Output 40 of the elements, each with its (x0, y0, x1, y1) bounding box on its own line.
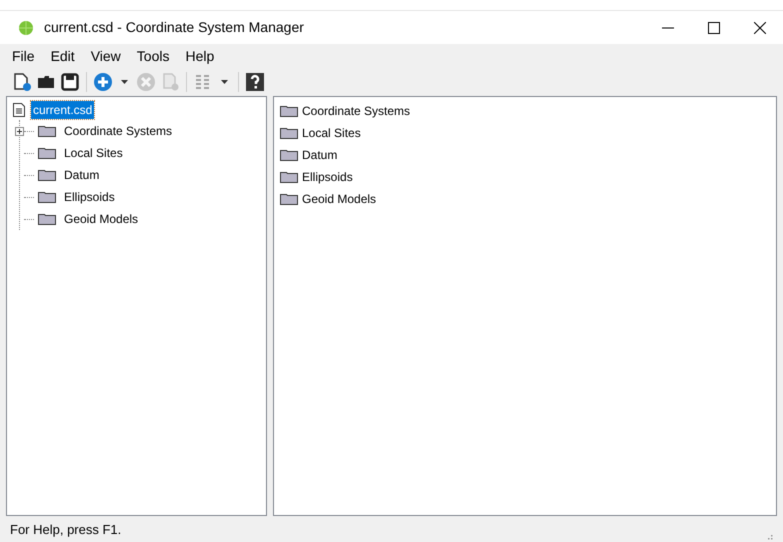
folder-icon (280, 193, 298, 205)
menu-item[interactable]: Help (177, 46, 222, 66)
tree-item[interactable]: Geoid Models (62, 210, 140, 228)
tree-item[interactable]: Datum (62, 166, 102, 184)
maximize-icon (708, 22, 720, 34)
list-item[interactable]: Geoid Models (302, 190, 376, 208)
tree-item[interactable]: Local Sites (62, 144, 125, 162)
tree-item[interactable]: Coordinate Systems (62, 122, 174, 140)
tree-item[interactable]: current.csd (31, 101, 94, 119)
tree-item[interactable]: Ellipsoids (62, 188, 117, 206)
folder-icon (38, 191, 56, 203)
folder-icon (38, 147, 56, 159)
folder-icon (38, 125, 56, 137)
folder-icon (280, 149, 298, 161)
menu-item[interactable]: File (4, 46, 43, 66)
folder-icon (280, 105, 298, 117)
window-title: current.csd - Coordinate System Manager (44, 18, 304, 37)
help-icon[interactable] (245, 72, 265, 92)
menu-item[interactable]: View (82, 46, 129, 66)
document-icon (13, 103, 25, 117)
status-text: For Help, press F1. (10, 521, 122, 540)
plus-circle-icon[interactable] (93, 72, 113, 92)
list-item[interactable]: Coordinate Systems (302, 102, 410, 120)
list-item[interactable]: Local Sites (302, 124, 361, 142)
minimize-icon (662, 26, 674, 28)
close-icon (754, 22, 766, 34)
expand-plus-icon[interactable] (15, 126, 24, 136)
globe-icon (18, 20, 34, 36)
resize-grip-icon[interactable] (765, 532, 773, 540)
list-item[interactable]: Ellipsoids (302, 168, 353, 186)
folder-icon (280, 171, 298, 183)
menu-item[interactable]: Tools (128, 46, 178, 66)
dropdown-caret-icon[interactable] (221, 80, 228, 84)
new-document-icon[interactable] (12, 72, 32, 92)
list-item[interactable]: Datum (302, 146, 338, 164)
folder-icon (280, 127, 298, 139)
menu-item[interactable]: Edit (42, 46, 83, 66)
folder-icon (38, 169, 56, 181)
folder-icon (38, 213, 56, 225)
dropdown-caret-icon[interactable] (121, 80, 128, 84)
